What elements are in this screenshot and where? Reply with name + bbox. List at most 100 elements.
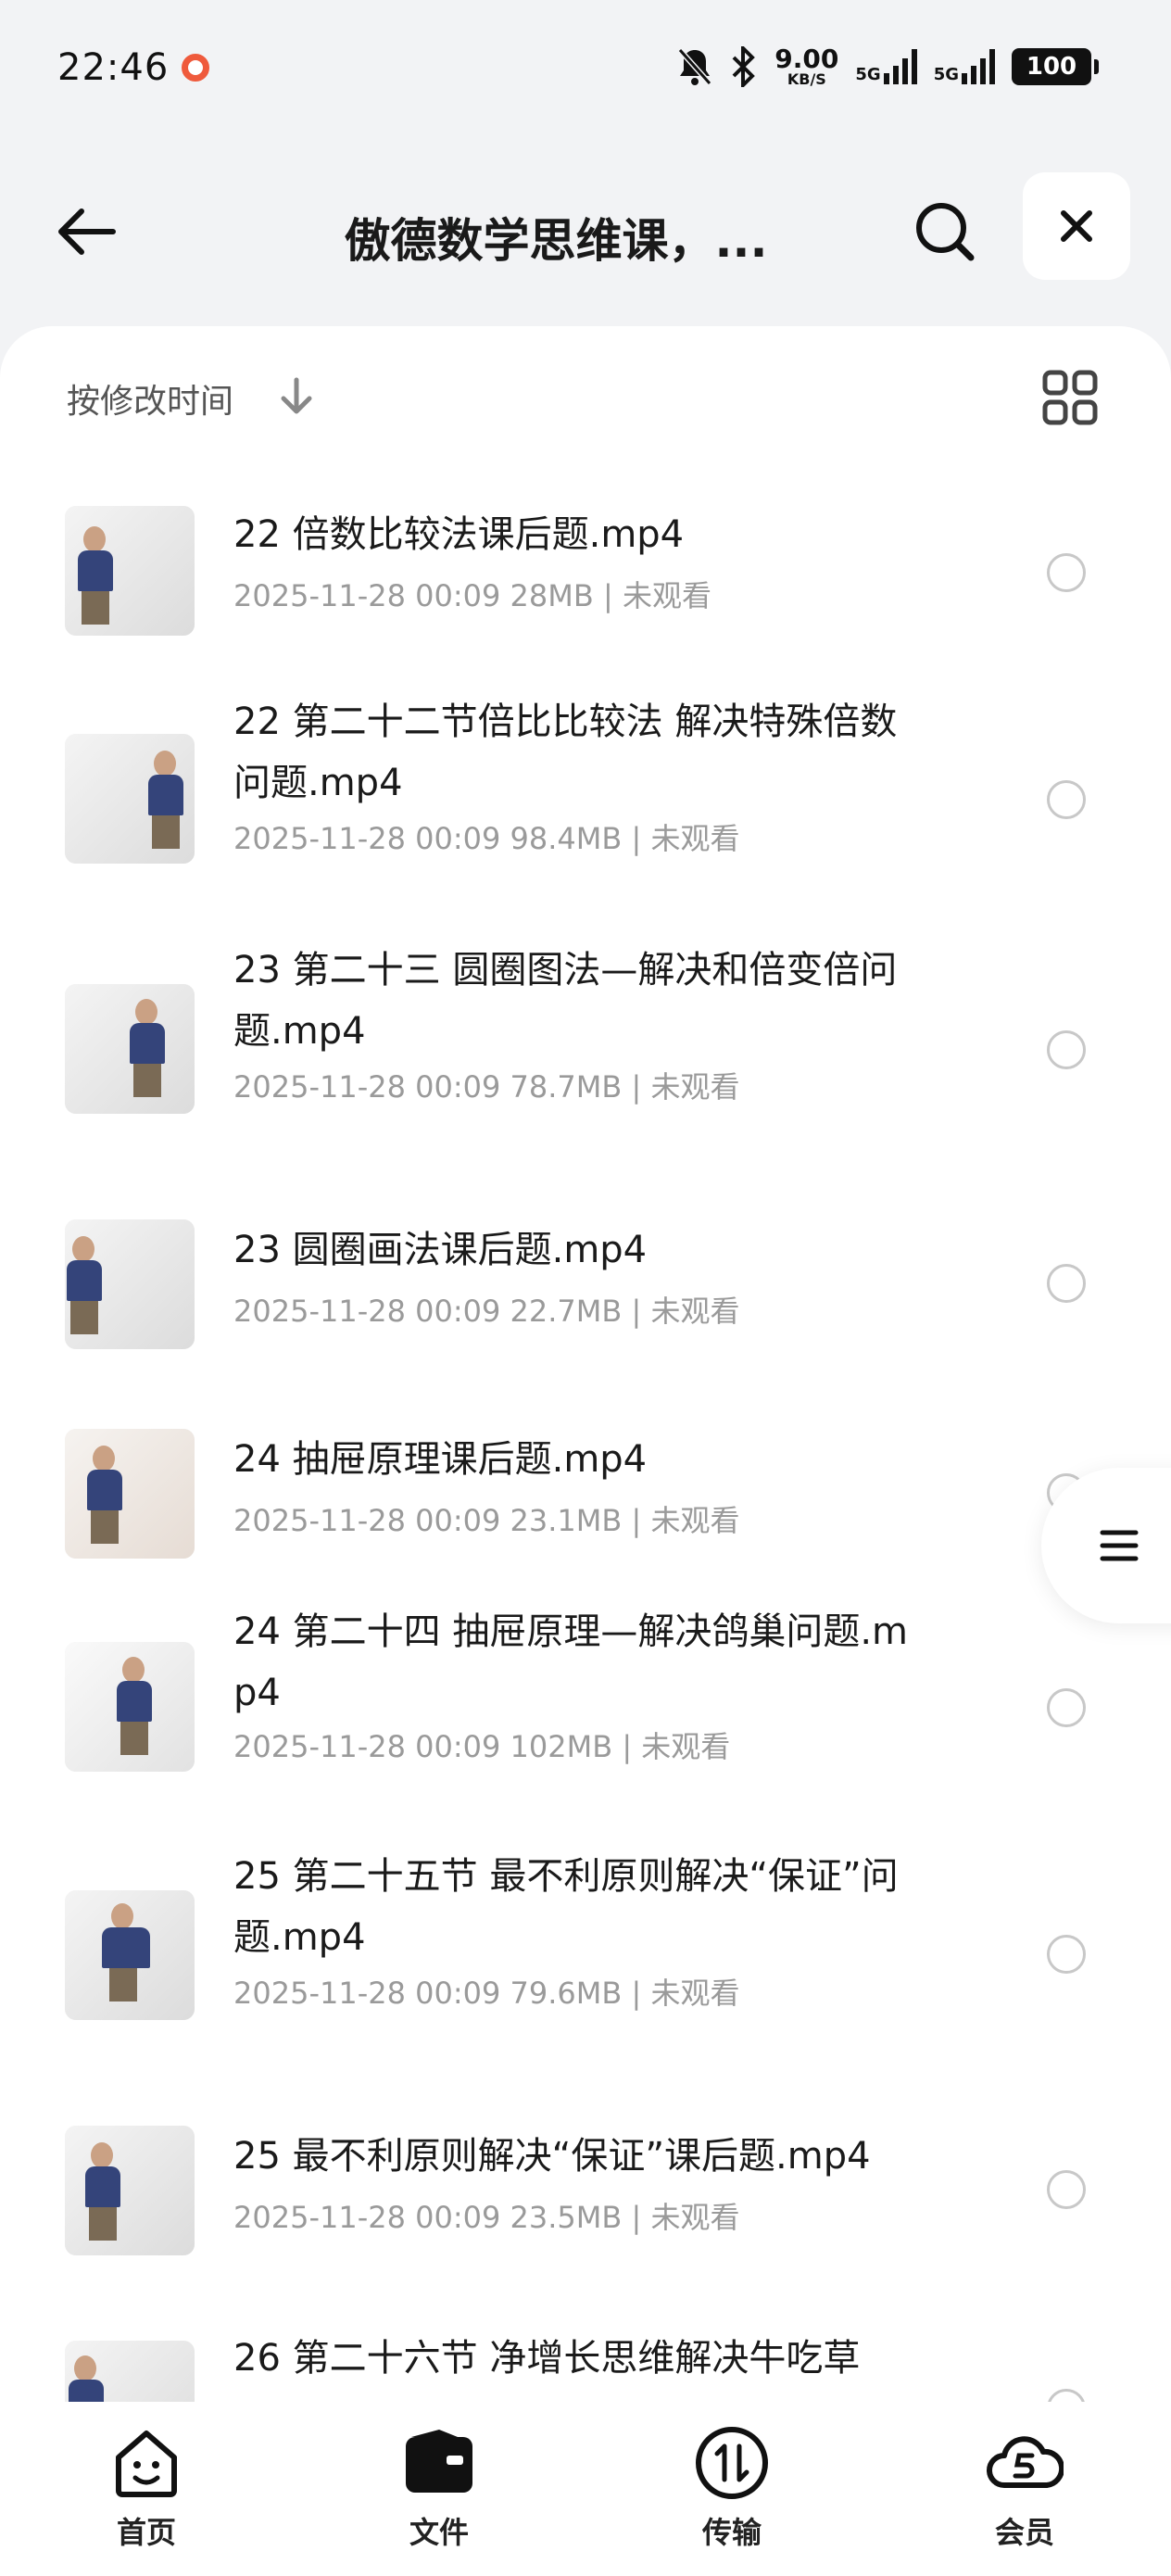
select-radio[interactable] [1047,1935,1086,1974]
meta-separator: | [631,1503,642,1538]
watch-status: 未观看 [650,1503,740,1538]
meta-separator: | [631,1976,642,2011]
nav-vip[interactable]: 会员 [878,2402,1171,2576]
file-size: 23.5MB [510,2200,623,2235]
select-radio[interactable] [1047,1264,1086,1303]
watch-status: 未观看 [641,1729,731,1764]
file-date: 2025-11-28 00:09 [233,1976,501,2011]
file-row[interactable]: 23 第二十三 圆圈图法—解决和倍变倍问题.mp4 2025-11-28 00:… [0,940,1171,1186]
bluetooth-icon [732,46,756,87]
video-thumbnail [65,506,195,636]
meta-separator: | [631,2200,642,2235]
bottom-nav: 首页 文件 传输 会员 [0,2402,1171,2576]
status-icons: 9.00 KB/S 5G 5G 100 [676,41,1099,93]
header-bar: 傲德数学思维课，... [0,167,1171,287]
file-meta: 2025-11-28 00:09 23.1MB | 未观看 [233,1497,739,1540]
nav-files-label: 文件 [409,2515,469,2550]
file-row[interactable]: 24 第二十四 抽屉原理—解决鸽巢问题.mp4 2025-11-28 00:09… [0,1603,1171,1846]
recording-indicator-icon [182,54,209,82]
file-row[interactable]: 24 抽屉原理课后题.mp4 2025-11-28 00:09 23.1MB |… [0,1392,1171,1603]
video-thumbnail [65,1890,195,2020]
signal-1: 5G [855,49,917,84]
file-date: 2025-11-28 00:09 [233,821,501,856]
video-thumbnail [65,1429,195,1559]
file-meta: 2025-11-28 00:09 28MB | 未观看 [233,573,711,615]
file-row[interactable]: 26 第二十六节 净增长思维解决牛吃草 [0,2300,1171,2402]
file-date: 2025-11-28 00:09 [233,1729,501,1764]
meta-separator: | [631,821,642,856]
file-name: 25 第二十五节 最不利原则解决“保证”问题.mp4 [233,1855,899,1959]
file-row[interactable]: 25 第二十五节 最不利原则解决“保证”问题.mp4 2025-11-28 00… [0,1846,1171,2094]
file-row[interactable]: 25 最不利原则解决“保证”课后题.mp4 2025-11-28 00:09 2… [0,2094,1171,2300]
watch-status: 未观看 [622,578,711,613]
meta-separator: | [631,1069,642,1105]
network-speed-value: 9.00 [774,44,839,74]
file-row[interactable]: 22 倍数比较法课后题.mp4 2025-11-28 00:09 28MB | … [0,465,1171,693]
select-radio[interactable] [1047,1030,1086,1069]
grid-view-icon[interactable] [1041,369,1099,426]
meta-separator: | [631,1294,642,1329]
file-size: 28MB [510,578,594,613]
file-meta: 2025-11-28 00:09 23.5MB | 未观看 [233,2194,739,2237]
nav-transfer-label: 传输 [701,2515,762,2550]
file-meta: 2025-11-28 00:09 102MB | 未观看 [233,1724,730,1766]
file-date: 2025-11-28 00:09 [233,578,501,613]
video-thumbnail [65,2126,195,2255]
status-bar: 22:46 9.00 KB/S 5G 5G 100 [0,0,1171,139]
file-size: 98.4MB [510,821,623,856]
close-button[interactable] [1023,172,1130,280]
close-icon [1061,210,1092,242]
arrow-left-icon [58,208,116,255]
file-name: 22 倍数比较法课后题.mp4 [233,513,685,556]
nav-transfer[interactable]: 传输 [586,2402,878,2576]
sort-bar: 按修改时间 [0,326,1171,465]
file-name: 26 第二十六节 净增长思维解决牛吃草 [233,2337,861,2380]
file-date: 2025-11-28 00:09 [233,2200,501,2235]
back-button[interactable] [48,195,122,269]
select-radio[interactable] [1047,553,1086,592]
file-name: 23 第二十三 圆圈图法—解决和倍变倍问题.mp4 [233,949,898,1053]
signal-2: 5G [934,49,995,84]
network-speed-unit: KB/S [787,70,826,88]
signal-1-label: 5G [855,65,881,84]
arrow-down-icon[interactable] [278,376,315,417]
search-icon [916,203,975,261]
folder-wallet-icon [400,2424,478,2502]
file-size: 22.7MB [510,1294,623,1329]
select-radio[interactable] [1047,2170,1086,2209]
select-radio[interactable] [1047,2389,1086,2402]
meta-separator: | [622,1729,633,1764]
select-radio[interactable] [1047,780,1086,819]
file-row[interactable]: 23 圆圈画法课后题.mp4 2025-11-28 00:09 22.7MB |… [0,1186,1171,1392]
nav-files[interactable]: 文件 [293,2402,586,2576]
signal-2-label: 5G [933,65,959,84]
file-list-panel: 按修改时间 22 倍数比较法课后题.mp4 2025-11-28 00:09 2… [0,326,1171,2402]
signal-bars-icon [962,49,995,84]
file-size: 23.1MB [510,1503,623,1538]
file-size: 79.6MB [510,1976,623,2011]
mute-bell-icon [678,48,712,85]
file-date: 2025-11-28 00:09 [233,1503,501,1538]
watch-status: 未观看 [650,1294,740,1329]
file-list: 22 倍数比较法课后题.mp4 2025-11-28 00:09 28MB | … [0,465,1171,2402]
watch-status: 未观看 [650,1976,740,2011]
battery-icon: 100 [1012,48,1099,85]
search-button[interactable] [908,195,982,269]
menu-icon [1100,1530,1139,1561]
battery-level: 100 [1026,53,1077,81]
file-name: 24 抽屉原理课后题.mp4 [233,1438,648,1481]
file-date: 2025-11-28 00:09 [233,1294,501,1329]
nav-home[interactable]: 首页 [0,2402,293,2576]
app-page: 22:46 9.00 KB/S 5G 5G 100 傲德数学思维课，... 按修… [0,0,1171,2576]
watch-status: 未观看 [650,821,740,856]
video-thumbnail [65,2341,195,2402]
sort-label[interactable]: 按修改时间 [67,374,233,423]
file-row[interactable]: 22 第二十二节倍比比较法 解决特殊倍数问题.mp4 2025-11-28 00… [0,693,1171,940]
meta-separator: | [602,578,613,613]
file-name: 25 最不利原则解决“保证”课后题.mp4 [233,2135,871,2178]
video-thumbnail [65,1219,195,1349]
select-radio[interactable] [1047,1688,1086,1727]
file-size: 102MB [510,1729,613,1764]
video-thumbnail [65,984,195,1114]
file-name: 22 第二十二节倍比比较法 解决特殊倍数问题.mp4 [233,701,898,804]
